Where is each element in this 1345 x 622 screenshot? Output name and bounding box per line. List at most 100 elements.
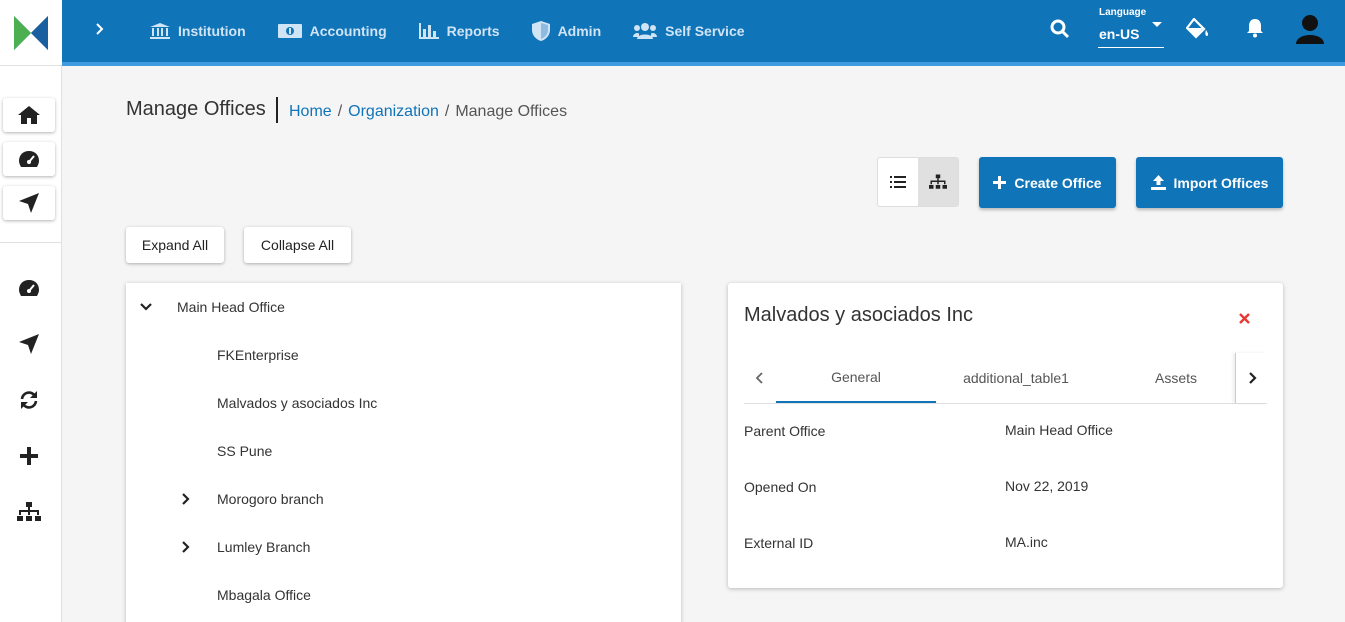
upload-icon [1150,175,1166,190]
money-icon [277,24,302,38]
breadcrumb-home[interactable]: Home [289,103,332,121]
sidebar-home-button[interactable] [3,98,55,132]
field-label-parent-office: Parent Office [744,423,826,439]
tree-node[interactable]: Malvados y asociados Inc [217,393,377,413]
page-title: Manage Offices [126,98,266,120]
user-avatar-icon [1296,15,1324,44]
sidebar-divider [0,242,62,243]
top-navbar: Institution Accounting Reports Admin Sel… [62,0,1345,66]
nav-reports[interactable]: Reports [418,23,500,39]
tree-view-button[interactable] [918,158,958,206]
language-select[interactable]: Language en-US [1098,6,1164,48]
bell-icon [1247,19,1263,38]
plus-icon [993,176,1007,189]
office-detail-card: Malvados y asociados Inc General additio… [728,283,1283,588]
breadcrumb-separator: / [337,103,343,120]
user-menu-button[interactable] [1296,14,1324,49]
nav-label: Institution [178,23,246,39]
view-toggle [877,157,959,207]
tab-scroll-left-button[interactable] [744,353,776,403]
field-label-external-id: External ID [744,535,814,551]
nav-admin[interactable]: Admin [531,21,602,41]
chevron-right-icon [182,493,190,505]
tab-additional-table1[interactable]: additional_table1 [936,353,1096,403]
detail-tabs: General additional_table1 Assets [744,353,1267,404]
theme-button[interactable] [1185,17,1210,45]
sidebar-dashboard-button[interactable] [3,142,55,176]
menu-toggle-button[interactable] [88,17,112,41]
paint-bucket-icon [1185,17,1209,39]
dashboard-icon [19,280,39,296]
search-button[interactable] [1050,19,1070,44]
bank-icon [150,23,170,39]
tree-node[interactable]: SS Pune [217,441,272,461]
bar-chart-icon [418,23,439,39]
tree-node[interactable]: Mbagala Office [217,585,311,605]
dashboard-icon [19,151,39,167]
nav-label: Reports [446,23,500,39]
tree-node-root[interactable]: Main Head Office [177,297,285,317]
sidebar-organization-link[interactable] [17,500,41,524]
search-icon [1050,19,1070,39]
users-icon [633,23,658,39]
sidebar [0,66,62,622]
list-view-button[interactable] [878,158,918,206]
tab-general[interactable]: General [776,353,936,403]
language-label: Language [1099,7,1147,18]
plus-icon [20,447,38,465]
sidebar-navigation-link[interactable] [17,332,41,356]
sitemap-icon [929,174,947,189]
nav-institution[interactable]: Institution [150,23,246,39]
chevron-right-icon [96,23,104,35]
office-tree: Main Head Office FKEnterprise Malvados y… [126,283,681,622]
close-button[interactable] [1239,311,1250,329]
list-icon [890,176,906,188]
home-icon [18,106,40,124]
location-arrow-icon [19,193,39,213]
nav-label: Admin [557,23,602,39]
field-label-opened-on: Opened On [744,479,817,495]
chevron-right-icon [182,541,190,553]
expand-node-button[interactable] [178,539,194,555]
detail-title: Malvados y asociados Inc [744,304,974,326]
collapse-all-button[interactable]: Collapse All [244,227,351,263]
language-value: en-US [1099,26,1140,42]
breadcrumb-current: Manage Offices [455,103,568,120]
tree-node[interactable]: FKEnterprise [217,345,299,365]
nav-label: Accounting [309,23,387,39]
title-separator [276,97,278,123]
sidebar-add-link[interactable] [17,444,41,468]
expand-all-button[interactable]: Expand All [126,227,224,263]
location-arrow-icon [19,334,39,354]
sitemap-icon [17,502,41,521]
breadcrumb-separator: / [444,103,450,120]
caret-down-icon [1152,22,1162,27]
nav-self-service[interactable]: Self Service [633,23,745,39]
field-value-opened-on: Nov 22, 2019 [1005,478,1089,494]
chevron-left-icon [755,372,763,384]
tree-node[interactable]: Lumley Branch [217,537,310,557]
chevron-down-icon [140,303,152,311]
field-value-parent-office: Main Head Office [1005,422,1113,438]
close-icon [1239,313,1250,324]
notifications-button[interactable] [1246,18,1264,43]
nav-accounting[interactable]: Accounting [277,23,387,39]
logo-icon [14,15,48,50]
collapse-node-button[interactable] [138,299,154,315]
tab-scroll-right-button[interactable] [1235,353,1267,403]
sidebar-refresh-link[interactable] [17,388,41,412]
field-value-external-id: MA.inc [1005,534,1048,550]
main-nav: Institution Accounting Reports Admin Sel… [150,0,745,62]
import-offices-button[interactable]: Import Offices [1136,157,1283,208]
sidebar-dashboard-link[interactable] [17,276,41,300]
tree-node[interactable]: Morogoro branch [217,489,324,509]
app-logo[interactable] [0,0,62,66]
breadcrumb-organization[interactable]: Organization [348,103,439,121]
breadcrumb: Home / Organization / Manage Offices [289,103,567,121]
tab-assets[interactable]: Assets [1096,353,1256,403]
create-office-label: Create Office [1014,174,1102,191]
create-office-button[interactable]: Create Office [979,157,1116,208]
import-offices-label: Import Offices [1173,174,1269,191]
expand-node-button[interactable] [178,491,194,507]
sidebar-navigation-button[interactable] [3,186,55,220]
